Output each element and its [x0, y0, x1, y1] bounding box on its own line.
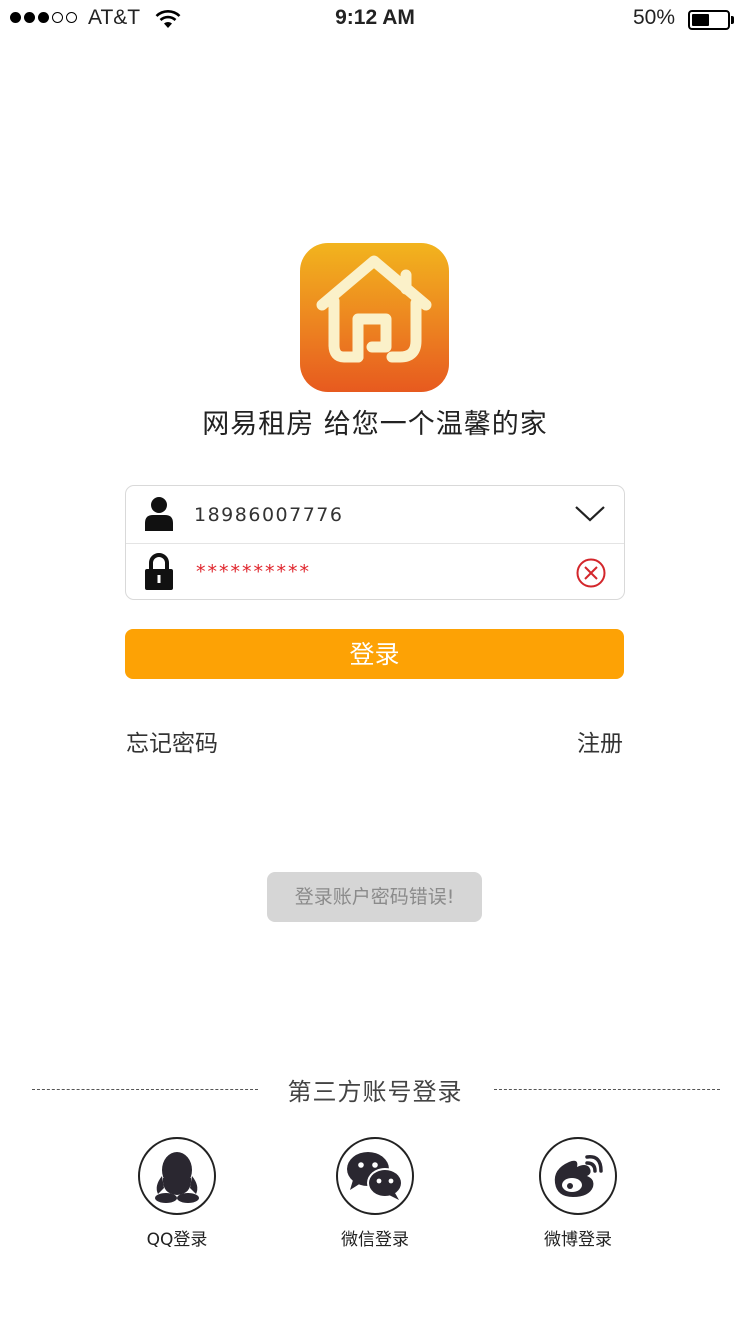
- battery-icon: [688, 10, 730, 30]
- register-link[interactable]: 注册: [577, 724, 623, 758]
- user-icon: [145, 497, 173, 531]
- battery-percent: 50%: [633, 6, 676, 29]
- wechat-login-label: 微信登录: [341, 1230, 409, 1250]
- login-button[interactable]: 登录: [125, 629, 624, 679]
- chevron-down-icon[interactable]: [574, 504, 606, 524]
- weibo-icon: [554, 1155, 603, 1197]
- app-tagline: 网易租房 给您一个温馨的家: [202, 409, 548, 440]
- clear-circle-icon[interactable]: [576, 558, 606, 588]
- qq-icon-circle[interactable]: [138, 1137, 216, 1215]
- status-bar: AT&T 9:12 AM 50%: [0, 0, 750, 40]
- username-input[interactable]: [194, 500, 554, 530]
- app-logo: [300, 243, 449, 392]
- qq-icon: [155, 1152, 199, 1203]
- password-input[interactable]: [196, 557, 556, 587]
- username-row: [126, 486, 624, 544]
- weibo-icon-circle[interactable]: [539, 1137, 617, 1215]
- wechat-login-button[interactable]: 微信登录: [295, 1137, 455, 1250]
- error-toast: 登录账户密码错误!: [267, 872, 482, 922]
- forgot-password-link[interactable]: 忘记密码: [126, 724, 218, 758]
- divider-right: [494, 1089, 720, 1090]
- lock-icon: [145, 553, 173, 590]
- login-form: [125, 485, 625, 600]
- house-icon: [316, 255, 432, 363]
- weibo-login-button[interactable]: 微博登录: [498, 1137, 658, 1250]
- qq-login-label: QQ登录: [146, 1230, 208, 1250]
- wechat-icon: [347, 1152, 403, 1200]
- password-row: [126, 543, 624, 600]
- qq-login-button[interactable]: QQ登录: [97, 1137, 257, 1250]
- battery-cap: [731, 16, 734, 24]
- wechat-icon-circle[interactable]: [336, 1137, 414, 1215]
- weibo-login-label: 微博登录: [544, 1230, 612, 1250]
